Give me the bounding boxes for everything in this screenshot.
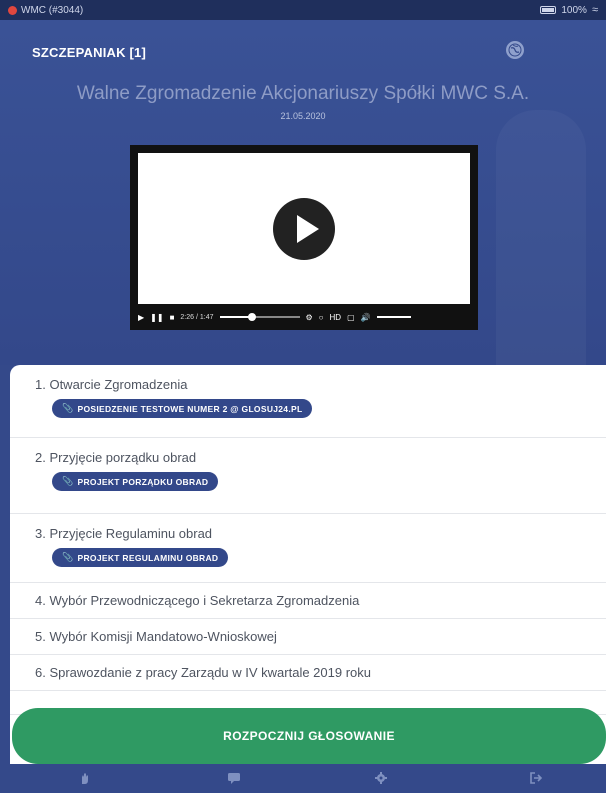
play-button[interactable] (273, 197, 335, 260)
agenda-item[interactable]: 1. Otwarcie Zgromadzenia 📎 POSIEDZENIE T… (10, 365, 606, 438)
user-name: SZCZEPANIAK [1] (32, 45, 146, 60)
hand-icon[interactable] (76, 770, 94, 786)
paperclip-icon: 📎 (62, 476, 74, 486)
document-badge-label: POSIEDZENIE TESTOWE NUMER 2 @ GLOSUJ24.P… (77, 403, 303, 414)
loop-icon[interactable]: ○ (319, 313, 324, 322)
agenda-item-label: 3. Przyjęcie Regulaminu obrad (35, 526, 213, 541)
volume-icon[interactable]: 🔊 (361, 313, 371, 322)
video-progress-bar[interactable] (219, 313, 300, 321)
meeting-date: 21.05.2020 (280, 111, 326, 121)
chat-icon-graphic (228, 773, 240, 784)
agenda-item-label: 6. Sprawozdanie z pracy Zarządu w IV kwa… (35, 665, 372, 680)
video-screen[interactable] (138, 153, 470, 304)
logout-icon[interactable] (527, 770, 545, 786)
video-time: 2:26 / 1:47 (180, 313, 214, 321)
video-progress-fill (219, 316, 252, 318)
meeting-title: Walne Zgromadzenie Akcjonariuszy Spółki … (76, 83, 530, 104)
agenda-item-label: 1. Otwarcie Zgromadzenia (35, 377, 188, 392)
app-status-dot-icon (8, 5, 17, 15)
status-left: WMC (#3044) (8, 5, 83, 16)
document-badge[interactable]: 📎 PROJEKT REGULAMINU OBRAD (52, 548, 229, 567)
document-badge[interactable]: 📎 PROJEKT PORZĄDKU OBRAD (52, 472, 219, 491)
globe-icon-graphic (508, 43, 522, 57)
agenda-item[interactable]: 5. Wybór Komisji Mandatowo-Wnioskowej (10, 619, 606, 655)
document-badge-label: PROJEKT REGULAMINU OBRAD (77, 552, 219, 563)
stop-icon[interactable]: ■ (170, 313, 175, 322)
volume-bar[interactable] (376, 316, 411, 318)
hand-icon-graphic (82, 773, 88, 784)
pause-icon[interactable]: ❚❚ (150, 313, 163, 322)
status-right: 100% ≈ (540, 4, 598, 16)
agenda-item-label: 2. Przyjęcie porządku obrad (35, 450, 197, 465)
hd-label[interactable]: HD (330, 313, 342, 322)
status-bar: WMC (#3044) 100% ≈ (0, 0, 606, 20)
document-badge[interactable]: 📎 POSIEDZENIE TESTOWE NUMER 2 @ GLOSUJ24… (52, 399, 313, 418)
paperclip-icon: 📎 (62, 552, 74, 562)
chat-icon[interactable] (225, 770, 243, 786)
wifi-icon: ≈ (591, 4, 598, 16)
agenda-item[interactable]: 2. Przyjęcie porządku obrad 📎 PROJEKT PO… (10, 438, 606, 514)
fullscreen-icon[interactable]: ▢ (347, 313, 355, 322)
battery-icon (540, 6, 557, 14)
agenda-item[interactable]: 4. Wybór Przewodniczącego i Sekretarza Z… (10, 583, 606, 619)
agenda-item-label: 4. Wybór Przewodniczącego i Sekretarza Z… (35, 593, 360, 608)
background-shape (496, 110, 586, 365)
agenda-item[interactable]: 6. Sprawozdanie z pracy Zarządu w IV kwa… (10, 655, 606, 691)
video-player[interactable]: ▶ ❚❚ ■ 2:26 / 1:47 ⚙ ○ HD ▢ 🔊 (130, 145, 478, 330)
battery-text: 100% (561, 4, 587, 16)
video-progress-knob[interactable] (247, 313, 256, 321)
logout-icon-graphic (530, 772, 543, 784)
paperclip-icon: 📎 (62, 403, 74, 413)
document-badge-label: PROJEKT PORZĄDKU OBRAD (77, 476, 209, 487)
settings-small-icon[interactable]: ⚙ (306, 313, 313, 322)
agenda-item[interactable]: 3. Przyjęcie Regulaminu obrad 📎 PROJEKT … (10, 514, 606, 583)
settings-icon-graphic (375, 772, 387, 784)
bottom-nav (0, 764, 606, 793)
agenda-item-label: 5. Wybór Komisji Mandatowo-Wnioskowej (35, 629, 277, 644)
video-controls: ▶ ❚❚ ■ 2:26 / 1:47 ⚙ ○ HD ▢ 🔊 (138, 308, 470, 326)
settings-icon[interactable] (372, 770, 390, 786)
start-voting-button[interactable]: ROZPOCZNIJ GŁOSOWANIE (12, 708, 606, 764)
app-label: WMC (#3044) (21, 4, 84, 16)
play-icon[interactable]: ▶ (138, 313, 144, 322)
globe-icon[interactable] (506, 41, 524, 59)
